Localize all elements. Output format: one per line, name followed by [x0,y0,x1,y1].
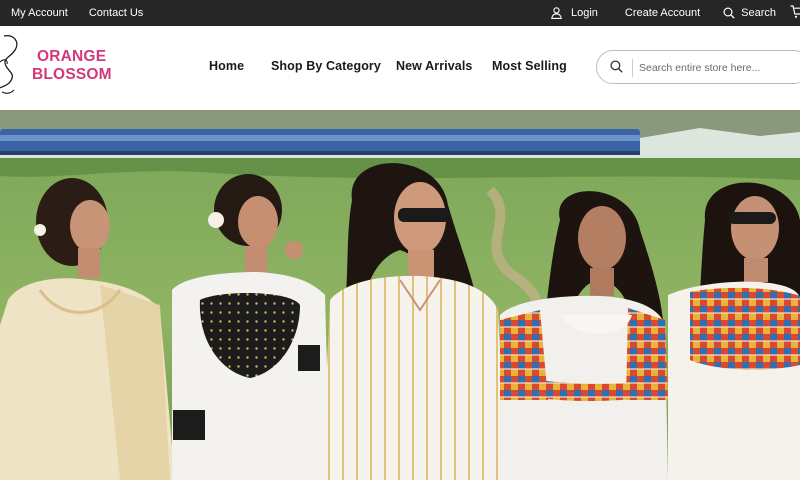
top-utility-bar: My Account Contact Us Login Create Accou… [0,0,800,26]
search-input[interactable] [639,58,799,78]
search-icon[interactable] [610,60,623,78]
nav-shop-by-category[interactable]: Shop By Category [271,59,381,73]
user-icon [551,7,571,19]
site-header: ORANGE BLOSSOM Home Shop By Category New… [0,26,800,110]
create-account-link[interactable]: Create Account [625,7,700,19]
top-bar-left: My Account Contact Us [11,0,164,26]
top-search-label: Search [741,7,776,19]
nav-new-arrivals[interactable]: New Arrivals [396,59,472,73]
hero-banner[interactable] [0,110,800,480]
my-account-link[interactable]: My Account [11,7,68,19]
contact-us-link[interactable]: Contact Us [89,7,143,19]
top-bar-right: Login Create Account Search [551,0,800,26]
nav-home[interactable]: Home [209,59,244,73]
search-icon [723,7,741,19]
cart-icon[interactable] [790,5,800,22]
background-train [0,129,640,155]
search-divider [632,59,633,77]
nav-most-selling[interactable]: Most Selling [492,59,567,73]
hero-banner-image [0,110,800,480]
top-search-link[interactable]: Search [723,7,776,19]
login-link[interactable]: Login [551,7,598,19]
login-label: Login [571,7,598,19]
store-search-box [596,50,800,84]
